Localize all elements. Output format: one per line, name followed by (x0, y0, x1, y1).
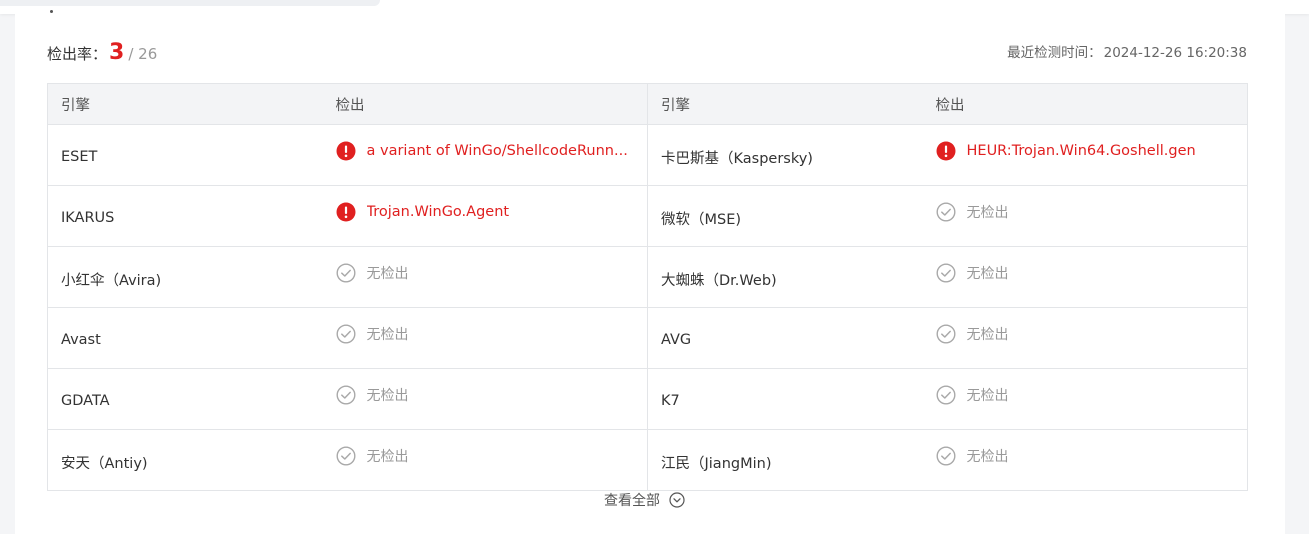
detection-result: Trojan.WinGo.Agent (336, 202, 635, 222)
check-circle-icon (335, 385, 356, 405)
detection-cell: 无检出 (335, 246, 648, 308)
engine-name: GDATA (47, 368, 336, 430)
top-dot (50, 10, 53, 13)
check-circle-icon (335, 324, 356, 344)
engine-name: K7 (647, 368, 936, 430)
no-detection-result: 无检出 (335, 446, 635, 466)
header-engine: 引擎 (647, 83, 936, 125)
table-row: GDATA 无检出 K7 无检出 (47, 368, 1248, 430)
view-all-label: 查看全部 (604, 493, 660, 509)
table-row: 小红伞（Avira) 无检出 大蜘蛛（Dr.Web) 无检出 (47, 246, 1248, 308)
top-tab-strip (0, 0, 380, 6)
detection-text: 无检出 (366, 388, 409, 404)
detection-text: 无检出 (366, 449, 409, 465)
table-row: 安天（Antiy) 无检出 江民（JiangMin) 无检出 (47, 429, 1248, 491)
detection-text[interactable]: Trojan.WinGo.Agent (367, 204, 510, 220)
no-detection-result: 无检出 (935, 385, 1235, 405)
engine-results-table: 引擎 检出 引擎 检出 ESET a variant of WinGo/Shell… (47, 83, 1248, 491)
check-circle-icon (935, 202, 956, 222)
table-header-row: 引擎 检出 引擎 检出 (47, 83, 1248, 125)
view-all-button[interactable]: 查看全部 (604, 490, 685, 510)
detection-text[interactable]: a variant of WinGo/ShellcodeRunn... (367, 143, 628, 159)
no-detection-result: 无检出 (935, 324, 1235, 344)
detection-text: 无检出 (966, 205, 1009, 221)
top-bar (0, 0, 1309, 14)
no-detection-result: 无检出 (935, 446, 1235, 466)
detection-cell: 无检出 (935, 307, 1248, 369)
last-check-label: 最近检测时间： (1007, 45, 1102, 61)
chevron-down-circle-icon (669, 492, 685, 508)
header-detection: 检出 (935, 83, 1248, 125)
table-row: Avast 无检出 AVG 无检出 (47, 307, 1248, 369)
detection-cell: 无检出 (335, 368, 648, 430)
detection-cell: HEUR:Trojan.Win64.Goshell.gen (935, 124, 1248, 186)
engine-name: ESET (47, 124, 336, 186)
detection-result: HEUR:Trojan.Win64.Goshell.gen (936, 141, 1235, 161)
no-detection-result: 无检出 (335, 263, 635, 283)
engine-name: 卡巴斯基（Kaspersky) (647, 124, 936, 186)
no-detection-result: 无检出 (335, 324, 635, 344)
no-detection-result: 无检出 (935, 202, 1235, 222)
detection-cell: 无检出 (335, 307, 648, 369)
detection-rate: 检出率： 3 / 26 (47, 40, 157, 65)
engine-name: 小红伞（Avira) (47, 246, 336, 308)
engine-total: / 26 (128, 45, 158, 63)
check-circle-icon (935, 263, 956, 283)
check-circle-icon (335, 446, 356, 466)
no-detection-result: 无检出 (335, 385, 635, 405)
detection-text: 无检出 (366, 327, 409, 343)
alert-circle-icon (336, 202, 355, 222)
detection-text: 无检出 (966, 327, 1009, 343)
detection-text: 无检出 (966, 388, 1009, 404)
header-engine: 引擎 (47, 83, 336, 125)
detection-text[interactable]: HEUR:Trojan.Win64.Goshell.gen (967, 143, 1196, 159)
detection-text: 无检出 (966, 266, 1009, 282)
detection-cell: 无检出 (935, 368, 1248, 430)
engine-name: AVG (647, 307, 936, 369)
check-circle-icon (935, 446, 956, 466)
check-circle-icon (935, 324, 956, 344)
detection-text: 无检出 (366, 266, 409, 282)
engine-name: IKARUS (47, 185, 336, 247)
detection-cell: 无检出 (935, 246, 1248, 308)
table-body: ESET a variant of WinGo/ShellcodeRunn... 卡… (47, 124, 1248, 491)
detection-rate-label: 检出率： (47, 45, 108, 63)
last-check-value: 2024-12-26 16:20:38 (1103, 45, 1247, 61)
detection-cell: 无检出 (935, 185, 1248, 247)
detection-text: 无检出 (966, 449, 1009, 465)
check-circle-icon (935, 385, 956, 405)
detection-cell: 无检出 (935, 429, 1248, 491)
alert-circle-icon (936, 141, 955, 161)
detection-cell: 无检出 (335, 429, 648, 491)
detection-count: 3 (109, 40, 125, 65)
header-detection: 检出 (335, 83, 648, 125)
check-circle-icon (335, 263, 356, 283)
detection-cell: a variant of WinGo/ShellcodeRunn... (335, 124, 648, 186)
detection-result: a variant of WinGo/ShellcodeRunn... (336, 141, 635, 161)
alert-circle-icon (336, 141, 355, 161)
engine-name: 安天（Antiy) (47, 429, 336, 491)
no-detection-result: 无检出 (935, 263, 1235, 283)
engine-name: 大蜘蛛（Dr.Web) (647, 246, 936, 308)
last-check-time: 最近检测时间： 2024-12-26 16:20:38 (1007, 41, 1247, 61)
engine-name: 江民（JiangMin) (647, 429, 936, 491)
engine-name: Avast (47, 307, 336, 369)
table-row: ESET a variant of WinGo/ShellcodeRunn... 卡… (47, 124, 1248, 186)
engine-name: 微软（MSE) (647, 185, 936, 247)
table-row: IKARUS Trojan.WinGo.Agent 微软（MSE) 无检出 (47, 185, 1248, 247)
detection-cell: Trojan.WinGo.Agent (335, 185, 648, 247)
